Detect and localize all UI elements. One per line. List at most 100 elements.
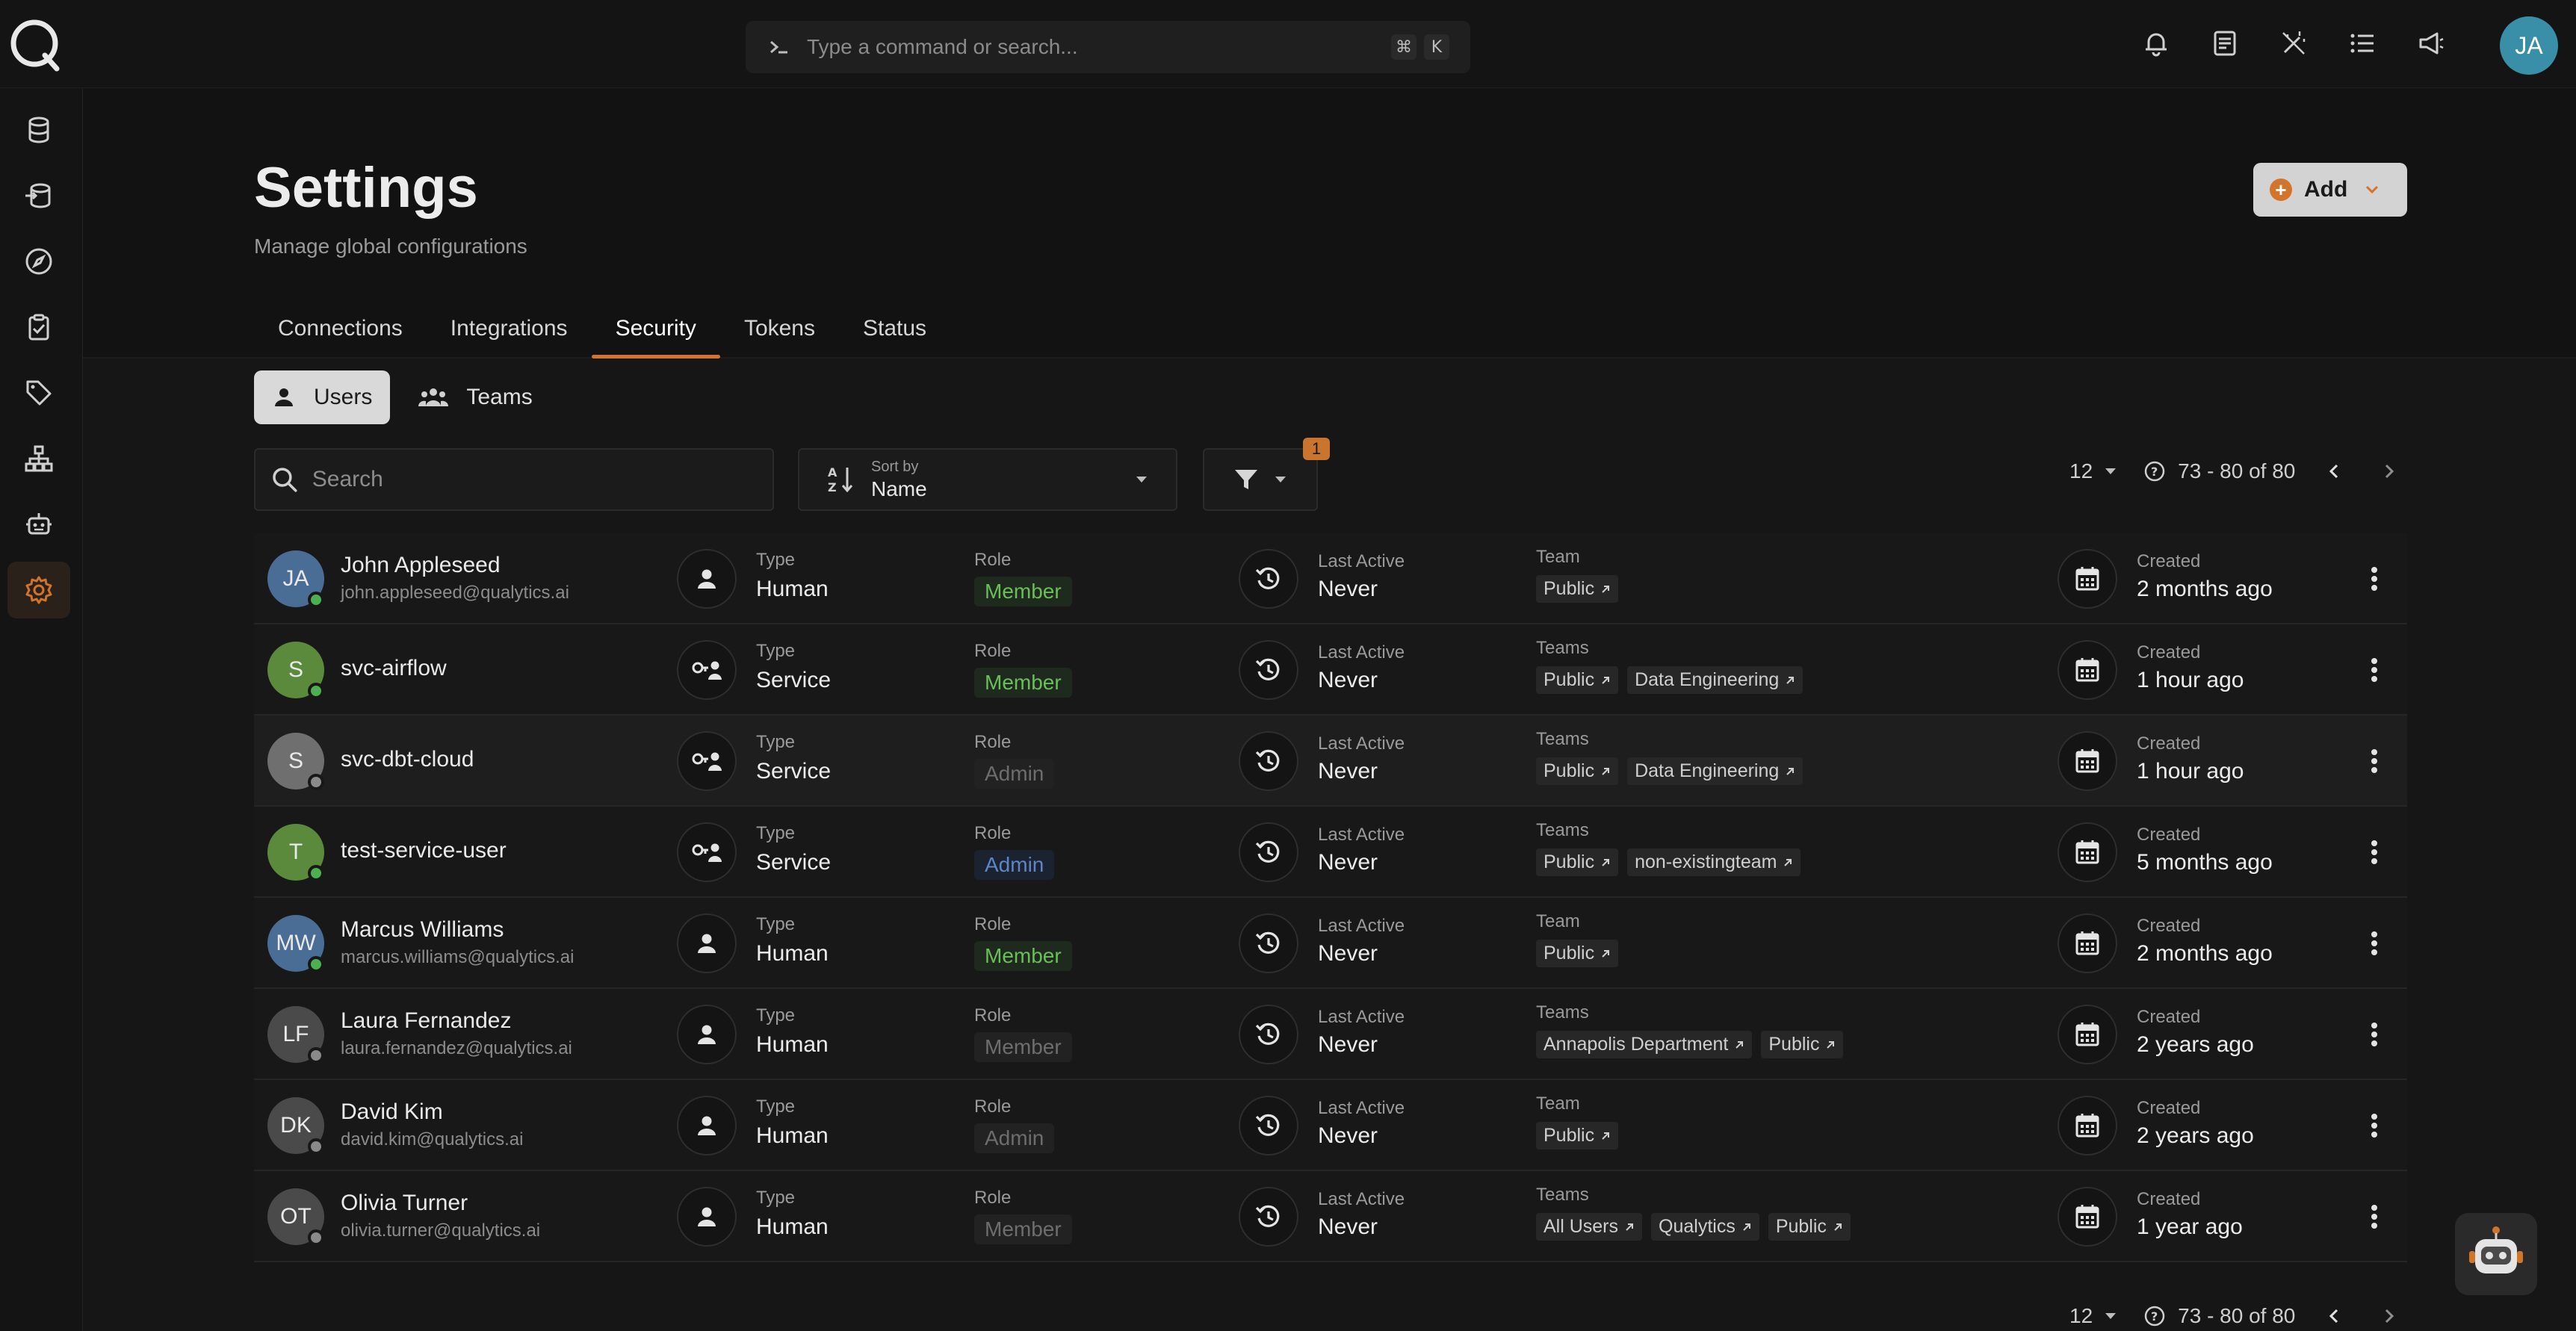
chevron-left-icon[interactable] <box>2325 1307 2343 1325</box>
sidebar-item-checks[interactable] <box>7 299 70 356</box>
team-chip-label: Data Engineering <box>1635 669 1780 690</box>
external-link-icon <box>1833 1222 1843 1232</box>
teams-list: All Users Qualytics Public <box>1536 1213 1851 1241</box>
svg-text:?: ? <box>2151 1309 2158 1324</box>
sidebar-item-datastores[interactable] <box>7 102 70 158</box>
table-row[interactable]: S svc-dbt-cloud Type Service Role Admin … <box>254 716 2407 807</box>
user-name[interactable]: Olivia Turner <box>341 1191 468 1216</box>
tab-security[interactable]: Security <box>591 299 721 359</box>
team-chip[interactable]: non-existingteam <box>1627 848 1801 876</box>
user-name[interactable]: Laura Fernandez <box>341 1008 512 1034</box>
search-icon <box>273 468 297 492</box>
page-size-select[interactable]: 12 <box>2069 1304 2118 1328</box>
team-chip[interactable]: Qualytics <box>1651 1213 1759 1241</box>
add-button[interactable]: + Add <box>2253 163 2407 217</box>
svg-text:Z: Z <box>828 480 837 494</box>
type-label: Type <box>756 823 796 843</box>
more-options-icon[interactable] <box>2359 1202 2389 1232</box>
list-icon[interactable] <box>2344 25 2380 61</box>
last-active-value: Never <box>1318 941 1378 966</box>
search-field[interactable] <box>254 448 774 511</box>
sidebar-item-settings[interactable] <box>7 562 70 618</box>
team-chip[interactable]: Public <box>1768 1213 1851 1241</box>
subtab-teams-label: Teams <box>466 385 533 409</box>
sidebar-item-explore[interactable] <box>7 233 70 290</box>
more-options-icon[interactable] <box>2359 928 2389 958</box>
magic-wand-icon[interactable] <box>2276 25 2312 61</box>
caret-down-icon <box>2105 1313 2117 1319</box>
help-circle-icon[interactable]: ? <box>2143 1305 2166 1327</box>
user-name[interactable]: Marcus Williams <box>341 917 504 943</box>
chevron-right-icon[interactable] <box>2380 1307 2398 1325</box>
team-chip[interactable]: Public <box>1536 757 1619 785</box>
team-chip[interactable]: Public <box>1536 940 1619 967</box>
team-chip[interactable]: Public <box>1761 1031 1844 1058</box>
document-icon[interactable] <box>2207 25 2243 61</box>
subtab-teams[interactable]: Teams <box>400 370 550 424</box>
subtab-users[interactable]: Users <box>254 370 391 424</box>
person-icon <box>677 1005 737 1064</box>
team-chip[interactable]: Public <box>1536 1122 1619 1150</box>
tab-connections[interactable]: Connections <box>254 299 427 359</box>
last-active-label: Last Active <box>1318 1189 1405 1209</box>
filter-count-badge: 1 <box>1303 438 1330 460</box>
search-input[interactable] <box>312 467 758 492</box>
assistant-bot-button[interactable] <box>2455 1213 2537 1295</box>
chevron-left-icon[interactable] <box>2325 462 2343 480</box>
status-dot <box>308 1138 324 1155</box>
help-circle-icon[interactable]: ? <box>2143 460 2166 483</box>
team-chip[interactable]: All Users <box>1536 1213 1643 1241</box>
team-chip[interactable]: Public <box>1536 666 1619 694</box>
external-link-icon <box>1600 675 1611 686</box>
sidebar-item-hierarchy[interactable] <box>7 430 70 487</box>
team-chip[interactable]: Annapolis Department <box>1536 1031 1753 1058</box>
user-avatar[interactable]: JA <box>2500 16 2558 75</box>
user-name[interactable]: svc-dbt-cloud <box>341 747 474 772</box>
app-logo-icon[interactable] <box>7 16 64 73</box>
table-row[interactable]: LF Laura Fernandez laura.fernandez@qualy… <box>254 989 2407 1080</box>
megaphone-icon[interactable] <box>2413 25 2449 61</box>
more-options-icon[interactable] <box>2359 1111 2389 1141</box>
sidebar-item-enrichment[interactable] <box>7 167 70 224</box>
table-row[interactable]: JA John Appleseed john.appleseed@qualyti… <box>254 533 2407 624</box>
user-name[interactable]: David Kim <box>341 1099 443 1125</box>
tab-status[interactable]: Status <box>839 299 950 359</box>
users-teams-toggle: Users Teams <box>254 370 551 424</box>
clipboard-check-icon <box>28 314 49 341</box>
user-name[interactable]: John Appleseed <box>341 553 501 578</box>
sidebar-item-tags[interactable] <box>7 364 70 421</box>
table-row[interactable]: DK David Kim david.kim@qualytics.ai Type… <box>254 1080 2407 1171</box>
teams-label: Teams <box>1536 1185 1589 1205</box>
person-icon <box>677 913 737 973</box>
filter-button[interactable] <box>1203 448 1318 511</box>
table-row[interactable]: MW Marcus Williams marcus.williams@qualy… <box>254 898 2407 989</box>
team-chip-label: Public <box>1775 1216 1827 1237</box>
page-size-select[interactable]: 12 <box>2069 459 2118 483</box>
team-chip[interactable]: Data Engineering <box>1627 757 1803 785</box>
more-options-icon[interactable] <box>2359 746 2389 776</box>
person-icon <box>677 1187 737 1247</box>
sort-select[interactable]: AZ Sort by Name <box>798 448 1177 511</box>
more-options-icon[interactable] <box>2359 564 2389 594</box>
team-chip[interactable]: Data Engineering <box>1627 666 1803 694</box>
table-row[interactable]: OT Olivia Turner olivia.turner@qualytics… <box>254 1171 2407 1262</box>
chevron-right-icon[interactable] <box>2380 462 2398 480</box>
table-row[interactable]: S svc-airflow Type Service Role Member L… <box>254 624 2407 716</box>
user-name[interactable]: svc-airflow <box>341 656 447 681</box>
command-search-bar[interactable]: Type a command or search... ⌘ K <box>746 21 1470 73</box>
tab-integrations[interactable]: Integrations <box>427 299 592 359</box>
team-chip[interactable]: Public <box>1536 848 1619 876</box>
more-options-icon[interactable] <box>2359 655 2389 685</box>
table-row[interactable]: T test-service-user Type Service Role Ad… <box>254 807 2407 898</box>
more-options-icon[interactable] <box>2359 837 2389 867</box>
svg-text:A: A <box>828 465 837 480</box>
sidebar-item-agents[interactable] <box>7 496 70 553</box>
bell-icon[interactable] <box>2138 25 2174 61</box>
team-chip[interactable]: Public <box>1536 575 1619 603</box>
created-value: 2 years ago <box>2137 1032 2254 1057</box>
more-options-icon[interactable] <box>2359 1020 2389 1049</box>
type-value: Human <box>756 1214 829 1239</box>
user-name[interactable]: test-service-user <box>341 838 507 863</box>
page-size-value: 12 <box>2069 1304 2093 1327</box>
tab-tokens[interactable]: Tokens <box>720 299 839 359</box>
